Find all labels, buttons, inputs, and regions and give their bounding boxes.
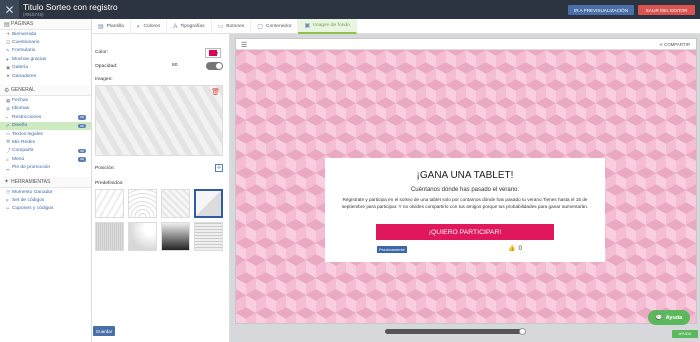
predefined-thumb[interactable] [161,189,190,218]
font-icon: A [173,23,178,30]
image-label: Imagen: [95,77,113,82]
tab-plantilla[interactable]: ▤ Plantilla [92,19,131,34]
chat-icon: 💬 [655,314,663,321]
sidebar-item-idiomas[interactable]: ◍ Idiomas [0,105,91,113]
palette-icon: ◐ [136,23,141,30]
promo-heading: ¡GANA UNA TABLET! [416,170,514,181]
predefined-thumb[interactable] [194,222,223,251]
sidebar-item-momento-ganador[interactable]: ◷ Momento Ganador [0,188,91,196]
tab-tipografias[interactable]: A Tipografías [167,19,212,34]
sidebar: ▤ PÁGINAS ➜ Bienvenida ☰ Cuestionario ✎ Form… [0,19,92,342]
sidebar-section-pages[interactable]: ▤ PÁGINAS [0,19,91,30]
wrench-icon: ✦ [4,179,10,186]
preview-button[interactable]: IR A PREVISUALIZACIÓN [568,5,634,15]
sidebar-item-mis-redes[interactable]: ⌘ Mis Redes [0,138,91,146]
campaign-title: Titulo Sorteo con registro [23,2,118,12]
pink-cube-background: ¡GANA UNA TABLET! Cuéntanos dónde has pa… [236,50,696,323]
sidebar-item-pie-promocion[interactable]: ▁ Pie de promoción [0,163,91,171]
sidebar-item-set-codigos[interactable]: # Set de códigos [0,196,91,204]
sidebar-item-menu[interactable]: ≡ Menú ok [0,155,91,163]
top-bar: ✕ Titulo Sorteo con registro (#915749) I… [0,0,700,19]
background-image-preview[interactable]: 🗑 [95,85,223,156]
predefined-thumb-selected[interactable] [194,189,223,218]
participate-button[interactable]: ¡QUIERO PARTICIPAR! [376,224,554,240]
predefined-thumb[interactable] [161,222,190,251]
preview-frame: ☰ ⋖ COMPARTIR ¡GANA UNA TABLET! Cuéntano… [235,38,697,324]
slider-knob[interactable] [519,328,526,335]
promo-lead: Cuéntanos dónde has pasado el verano. [410,187,520,193]
container-icon: ▢ [257,24,263,30]
preview-zoom-slider[interactable] [385,328,526,335]
tab-colores[interactable]: ◐ Colores [131,19,168,34]
position-label: Posición: [95,166,115,171]
pages-icon: ▤ [4,21,10,28]
trash-icon[interactable]: 🗑 [211,88,220,96]
status-badge: ok [78,157,86,162]
exit-editor-button[interactable]: SALIR DEL EDITOR [638,5,695,15]
color-label: Color: [95,50,109,55]
template-icon: ▤ [98,24,104,30]
color-picker[interactable]: ▼ [205,48,221,58]
help-tab[interactable]: AYUDA [672,330,698,338]
sidebar-item-ganadores[interactable]: ★ Ganadores [0,72,91,80]
sidebar-item-compartir[interactable]: ⤴ Compartir ok [0,147,91,155]
status-badge: ok [78,148,86,154]
sidebar-item-cuestionario[interactable]: ☰ Cuestionario [0,38,91,46]
share-button[interactable]: ⋖ COMPARTIR [659,42,690,48]
sidebar-section-general[interactable]: ⚙ GENERAL [0,85,91,97]
opacity-slider[interactable] [206,62,223,70]
content-card: ¡GANA UNA TABLET! Cuéntanos dónde has pa… [325,158,605,262]
sidebar-item-bienvenida[interactable]: ➜ Bienvenida [0,30,91,38]
predefined-label: Predefinidos: [95,181,124,186]
tab-botones[interactable]: ▭ Botones [212,19,252,34]
image-icon: ▣ [304,23,311,29]
predefined-thumb[interactable] [95,222,124,251]
save-button[interactable]: Guardar [93,326,115,336]
promo-description: Regístrate y participa en el sorteo de u… [341,197,589,210]
predefined-thumb[interactable] [95,189,124,218]
exit-button-label: SALIR DEL EDITOR [645,7,688,13]
background-settings-panel: Color: ▼ Opacidad: 80 Imagen: 🗑 Posición… [92,34,230,342]
coming-soon-badge: Próximamente [377,246,407,253]
status-badge: ok [78,123,86,129]
slider-knob[interactable] [216,63,222,69]
tab-imagen-fondo[interactable]: ▣ Imagen de fondo [298,19,357,34]
gear-icon: ⚙ [4,87,10,94]
sidebar-item-diseno[interactable]: ✐ Diseño ok [0,121,91,130]
opacity-value: 80 [172,63,178,68]
preview-button-label: IR A PREVISUALIZACIÓN [573,7,629,13]
predefined-thumb[interactable] [128,222,157,251]
sidebar-item-fechas[interactable]: ▦ Fechas [0,96,91,104]
sidebar-item-restricciones[interactable]: ▪ Restricciones ok [0,113,91,121]
preview-header: ☰ ⋖ COMPARTIR [236,39,696,50]
thumbs-up-icon: 👍 [508,246,516,252]
help-button[interactable]: 💬 Ayuda [648,310,690,325]
chevron-down-icon: ▼ [216,51,219,55]
sidebar-section-herramientas[interactable]: ✦ HERRAMIENTAS [0,176,91,188]
close-editor-icon[interactable]: ✕ [0,0,19,19]
design-tabs: ▤ Plantilla ◐ Colores A Tipografías ▭ Botone… [92,19,700,34]
preview-area: ☰ ⋖ COMPARTIR ¡GANA UNA TABLET! Cuéntano… [230,34,700,342]
opacity-label: Opacidad: [95,64,118,69]
status-badge: ok [78,115,86,120]
like-counter[interactable]: 👍 0 [508,245,522,253]
button-icon: ▭ [217,24,224,30]
campaign-id: (#915749) [23,12,44,17]
sidebar-item-formulario[interactable]: ✎ Formulario [0,47,91,55]
predefined-thumb[interactable] [128,189,157,218]
sidebar-item-cupones[interactable]: ✂ Cupones y códigos [0,205,91,213]
tab-contenedor[interactable]: ▢ Contenedor [251,19,299,34]
sidebar-item-gracias[interactable]: ♥ Muchas gracias [0,55,91,63]
sidebar-item-galeria[interactable]: ▣ Galería [0,64,91,72]
position-crosshair-icon[interactable]: ✛ [215,164,223,172]
hamburger-icon[interactable]: ☰ [241,41,247,49]
sidebar-item-textos-legales[interactable]: ▭ Textos legales [0,130,91,138]
